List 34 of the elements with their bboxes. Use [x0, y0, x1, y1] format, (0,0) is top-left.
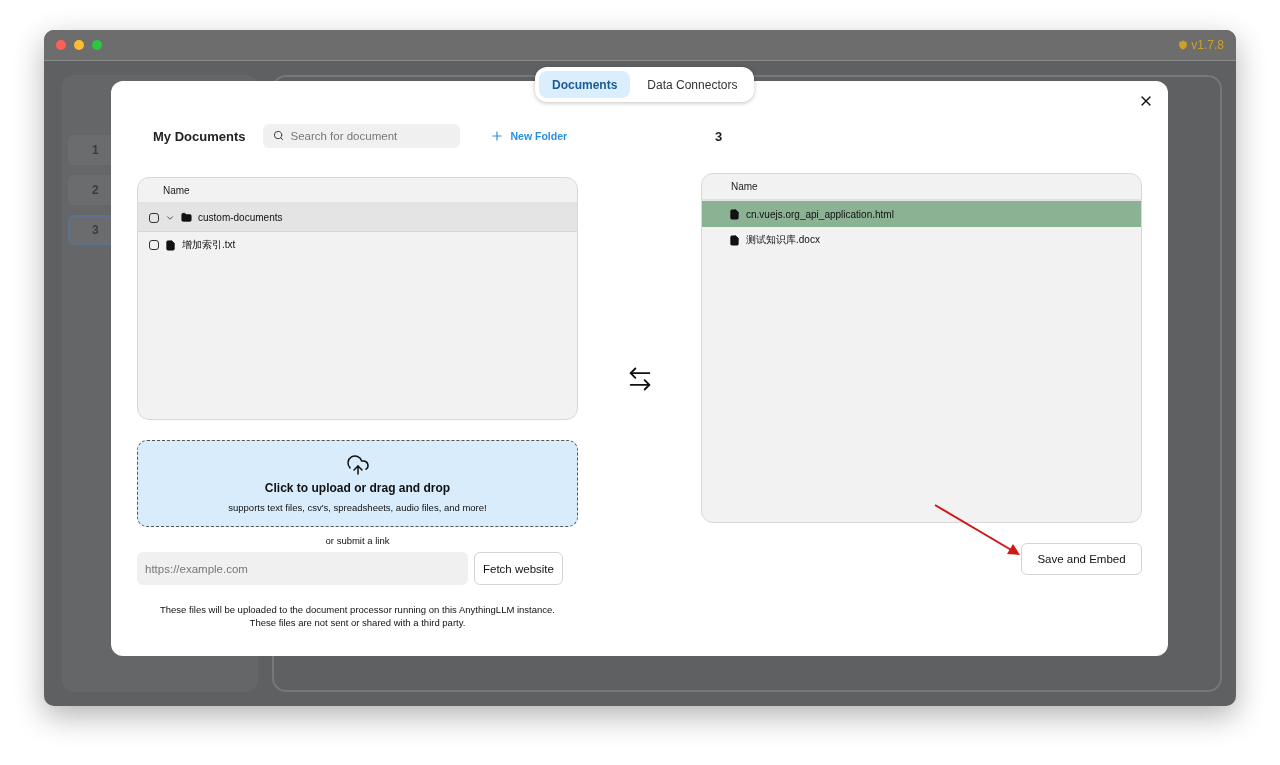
cloud-upload-icon — [345, 453, 370, 477]
upload-subtitle: supports text files, csv's, spreadsheets, audio files, and more! — [228, 502, 487, 513]
notice-text: These files will be uploaded to the document processor running on this AnythingLLM instance. These files are not sent or shared with a third party. — [159, 603, 556, 629]
workspace-name: 3 — [715, 128, 723, 144]
search-field[interactable]: Search for document — [263, 124, 461, 148]
url-field[interactable]: https://example.com — [137, 552, 468, 585]
tab[interactable]: Documents — [539, 71, 631, 98]
checkbox[interactable] — [149, 212, 159, 223]
minimize-window-button[interactable] — [74, 40, 84, 50]
section-title: My Documents — [153, 128, 246, 144]
fetch-website-button[interactable]: Fetch website — [474, 552, 563, 585]
document-row[interactable]: custom-documents — [138, 204, 577, 232]
file-icon — [729, 234, 740, 246]
link-label: or submit a link — [324, 535, 391, 546]
file-name: 增加索引.txt — [182, 238, 236, 252]
search-icon — [273, 130, 285, 141]
shield-icon — [1178, 40, 1189, 50]
version-label: v1.7.8 — [1178, 38, 1224, 52]
plus-icon — [490, 129, 505, 143]
folder-icon — [181, 212, 192, 223]
document-row[interactable]: 测试知识库.docx — [702, 227, 1141, 253]
document-row[interactable]: cn.vuejs.org_api_application.html — [702, 201, 1141, 227]
upload-dropzone[interactable]: Click to upload or drag and drop supports text files, csv's, spreadsheets, audio files, and more! — [137, 440, 578, 527]
file-name: cn.vuejs.org_api_application.html — [746, 208, 894, 220]
file-name: 测试知识库.docx — [746, 233, 820, 247]
new-folder-button[interactable]: New Folder — [490, 129, 568, 143]
file-icon — [165, 239, 176, 251]
tab[interactable]: Data Connectors — [634, 71, 751, 98]
file-icon — [729, 208, 740, 220]
upload-title: Click to upload or drag and drop — [264, 481, 451, 495]
checkbox[interactable] — [149, 240, 159, 250]
save-and-embed-button[interactable]: Save and Embed — [1021, 543, 1142, 575]
document-row[interactable]: 增加索引.txt — [138, 232, 577, 258]
file-name: custom-documents — [198, 212, 283, 223]
